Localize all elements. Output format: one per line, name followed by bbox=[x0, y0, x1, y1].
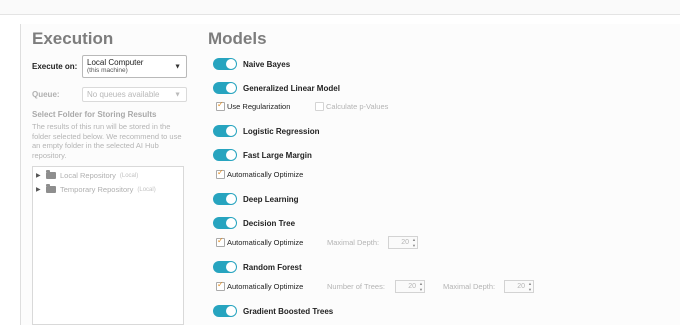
stepper-arrows-icon[interactable]: ▲ ▼ bbox=[419, 281, 423, 292]
model-name-decision-tree: Decision Tree bbox=[243, 219, 296, 228]
toggle-generalized-linear-model[interactable] bbox=[213, 82, 237, 94]
dropdown-arrow-icon: ▼ bbox=[174, 91, 181, 98]
folder-description: The results of this run will be stored i… bbox=[32, 122, 182, 160]
toggle-decision-tree[interactable] bbox=[213, 217, 237, 229]
model-name-naive-bayes: Naive Bayes bbox=[243, 60, 291, 69]
maximal-depth-label: Maximal Depth: bbox=[443, 282, 496, 291]
models-title: Models bbox=[208, 29, 267, 48]
option-automatically-optimize: Automatically Optimize bbox=[227, 170, 304, 179]
dropdown-arrow-icon: ▼ bbox=[174, 63, 181, 70]
maximal-depth-label: Maximal Depth: bbox=[327, 238, 380, 247]
checkbox-automatically-optimize[interactable]: ✓ bbox=[216, 168, 225, 179]
toggle-random-forest[interactable] bbox=[213, 261, 237, 273]
execute-on-label: Execute on: bbox=[32, 62, 78, 71]
checkmark-icon: ✓ bbox=[217, 168, 224, 177]
option-automatically-optimize: Automatically Optimize bbox=[227, 282, 304, 291]
execute-on-sub: (this machine) bbox=[87, 67, 128, 74]
model-name-deep-learning: Deep Learning bbox=[243, 195, 299, 204]
stepper-arrows-icon[interactable]: ▲ ▼ bbox=[412, 237, 416, 248]
toggle-fast-large-margin[interactable] bbox=[213, 149, 237, 161]
number-of-trees-value: 20 bbox=[408, 283, 416, 290]
repository-name: Temporary Repository bbox=[60, 185, 134, 194]
toggle-gradient-boosted-trees[interactable] bbox=[213, 305, 237, 317]
folder-icon bbox=[46, 184, 56, 193]
option-automatically-optimize: Automatically Optimize bbox=[227, 238, 304, 247]
number-of-trees-label: Number of Trees: bbox=[327, 282, 385, 291]
model-name-random-forest: Random Forest bbox=[243, 263, 302, 272]
tree-item-temporary-repository[interactable]: ▶ Temporary Repository (Local) bbox=[36, 184, 156, 194]
top-bar bbox=[0, 0, 680, 15]
checkmark-icon: ✓ bbox=[217, 280, 224, 289]
queue-value: No queues available bbox=[87, 90, 160, 99]
repository-tag: (Local) bbox=[137, 186, 156, 193]
model-name-logistic-regression: Logistic Regression bbox=[243, 127, 320, 136]
queue-select[interactable]: No queues available ▼ bbox=[82, 87, 187, 102]
expand-triangle-icon[interactable]: ▶ bbox=[36, 172, 42, 179]
repository-tag: (Local) bbox=[119, 172, 139, 179]
option-calculate-p-values: Calculate p-Values bbox=[326, 102, 389, 111]
maximal-depth-stepper[interactable]: 20 ▲ ▼ bbox=[388, 236, 418, 249]
repository-tree[interactable]: ▶ Local Repository (Local) ▶ Temporary R… bbox=[32, 166, 184, 325]
toggle-deep-learning[interactable] bbox=[213, 193, 237, 205]
repository-name: Local Repository bbox=[60, 171, 116, 180]
checkbox-automatically-optimize[interactable]: ✓ bbox=[216, 236, 225, 247]
checkmark-icon: ✓ bbox=[217, 236, 224, 245]
stepper-arrows-icon[interactable]: ▲ ▼ bbox=[528, 281, 532, 292]
option-use-regularization: Use Regularization bbox=[227, 102, 291, 111]
checkbox-calculate-p-values[interactable] bbox=[315, 102, 324, 111]
checkbox-use-regularization[interactable]: ✓ bbox=[216, 100, 225, 111]
queue-label: Queue: bbox=[32, 90, 60, 99]
model-name-gradient-boosted-trees: Gradient Boosted Trees bbox=[243, 307, 334, 316]
folder-heading: Select Folder for Storing Results bbox=[32, 110, 157, 119]
expand-triangle-icon[interactable]: ▶ bbox=[36, 186, 42, 193]
model-name-fast-large-margin: Fast Large Margin bbox=[243, 151, 312, 160]
execute-on-value: Local Computer bbox=[87, 58, 144, 67]
model-name-generalized-linear-model: Generalized Linear Model bbox=[243, 84, 340, 93]
tree-item-local-repository[interactable]: ▶ Local Repository (Local) bbox=[36, 170, 139, 180]
checkmark-icon: ✓ bbox=[217, 100, 224, 109]
maximal-depth-value: 20 bbox=[517, 283, 525, 290]
maximal-depth-value: 20 bbox=[401, 239, 409, 246]
maximal-depth-stepper[interactable]: 20 ▲ ▼ bbox=[504, 280, 534, 293]
execute-on-select[interactable]: Local Computer (this machine) ▼ bbox=[82, 55, 187, 78]
toggle-naive-bayes[interactable] bbox=[213, 58, 237, 70]
execution-title: Execution bbox=[32, 29, 114, 48]
folder-icon bbox=[46, 170, 56, 179]
checkbox-automatically-optimize[interactable]: ✓ bbox=[216, 280, 225, 291]
toggle-logistic-regression[interactable] bbox=[213, 125, 237, 137]
number-of-trees-stepper[interactable]: 20 ▲ ▼ bbox=[395, 280, 425, 293]
